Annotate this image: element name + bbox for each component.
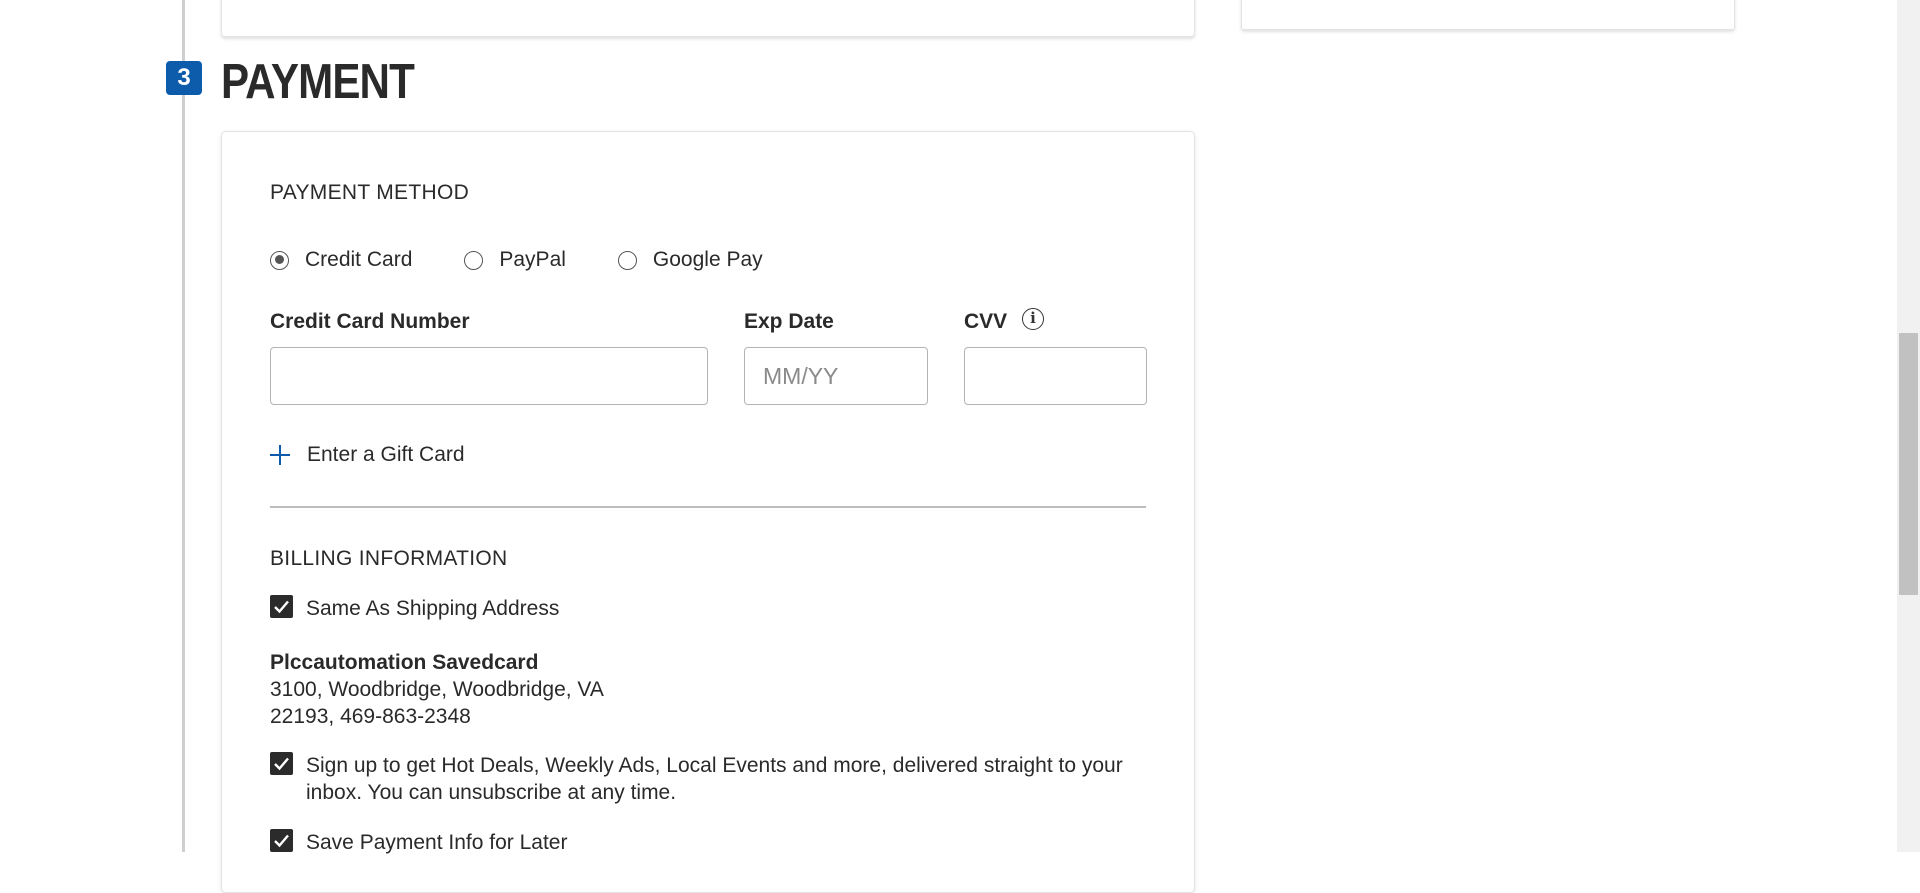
card-number-label: Credit Card Number [270,310,470,333]
scrollbar-thumb[interactable] [1899,333,1918,595]
section-title: PAYMENT [221,55,415,109]
scrollbar-track[interactable] [1897,0,1920,852]
checkbox-checked-icon[interactable] [270,595,293,618]
radio-credit-card[interactable]: Credit Card [270,248,412,272]
checkbox-label: Same As Shipping Address [306,597,560,620]
payment-method-heading: PAYMENT METHOD [270,181,470,204]
checkbox-checked-icon[interactable] [270,829,293,852]
enter-gift-card-link[interactable]: Enter a Gift Card [270,443,465,467]
cvv-input[interactable] [964,347,1147,405]
cvv-label: CVV [964,310,1008,333]
radio-label: PayPal [499,248,566,271]
exp-date-label: Exp Date [744,310,834,333]
previous-section-card [221,0,1195,37]
radio-unselected-icon[interactable] [464,250,484,270]
plus-icon [270,445,290,465]
exp-date-input[interactable] [744,347,928,405]
section-divider [270,506,1146,508]
billing-address-line2: 22193, 469-863-2348 [270,705,471,728]
info-icon[interactable]: i [1022,308,1044,330]
billing-name: Plccautomation Savedcard [270,651,539,674]
step-timeline-line [182,0,185,852]
billing-information-heading: BILLING INFORMATION [270,547,508,570]
gift-card-label: Enter a Gift Card [307,443,465,466]
radio-paypal[interactable]: PayPal [464,248,566,272]
payment-method-options: Credit Card PayPal Google Pay [270,248,815,272]
checkbox-label: Sign up to get Hot Deals, Weekly Ads, Lo… [306,754,1123,804]
order-summary-card [1241,0,1735,30]
radio-google-pay[interactable]: Google Pay [617,248,763,272]
radio-label: Credit Card [305,248,413,271]
signup-checkbox[interactable]: Sign up to get Hot Deals, Weekly Ads, Lo… [270,752,1150,806]
card-number-input[interactable] [270,347,708,405]
radio-selected-icon[interactable] [270,250,289,270]
radio-unselected-icon[interactable] [617,250,637,270]
billing-address-line1: 3100, Woodbridge, Woodbridge, VA [270,678,604,701]
same-as-shipping-checkbox[interactable]: Same As Shipping Address [270,595,559,622]
step-number-badge: 3 [166,61,202,95]
radio-label: Google Pay [652,248,763,271]
payment-card: PAYMENT METHOD Credit Card PayPal Google… [221,131,1195,893]
billing-address: Plccautomation Savedcard 3100, Woodbridg… [270,649,604,730]
checkbox-checked-icon[interactable] [270,752,293,775]
